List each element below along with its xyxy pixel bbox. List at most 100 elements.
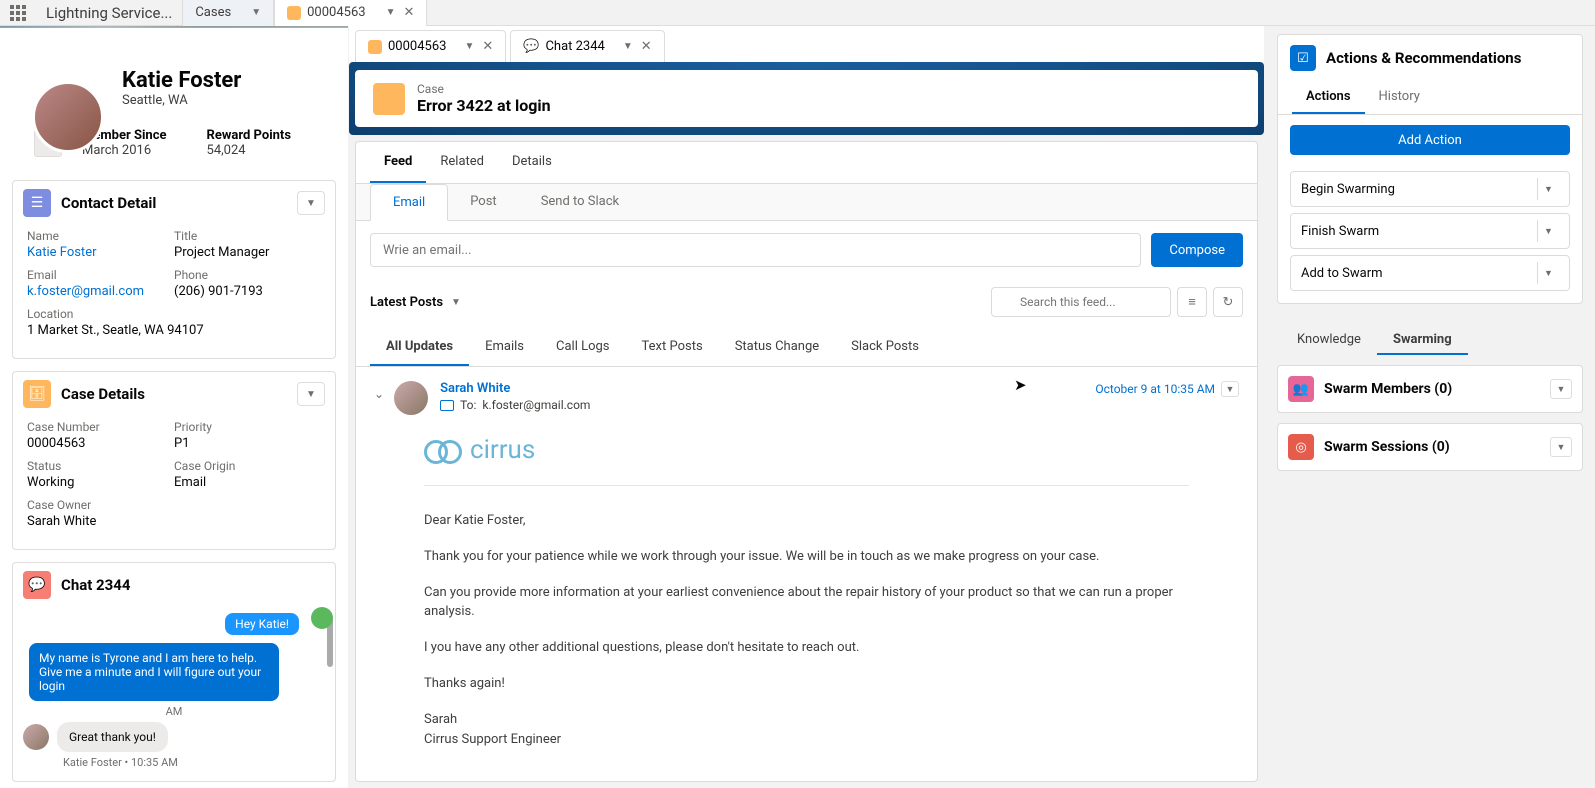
profile-hero-image: [0, 26, 348, 28]
updates-tab-status[interactable]: Status Change: [719, 329, 835, 366]
field-label: Case Origin: [174, 459, 321, 473]
chat-card: 💬 Chat 2344 Hey Katie! My name is Tyrone…: [12, 562, 336, 782]
updates-tab-all[interactable]: All Updates: [370, 329, 469, 366]
composer-tab-post[interactable]: Post: [448, 184, 519, 220]
post-menu-button[interactable]: ▼: [1221, 381, 1239, 397]
action-add-to-swarm[interactable]: Add to Swarm ▼: [1290, 255, 1570, 291]
envelope-icon: [440, 400, 454, 411]
updates-tab-texts[interactable]: Text Posts: [626, 329, 719, 366]
email-paragraph: Dear Katie Foster,: [424, 512, 1189, 530]
composer-tab-slack[interactable]: Send to Slack: [519, 184, 641, 220]
left-sidebar: Katie Foster Seattle, WA Member Since Ma…: [0, 26, 348, 788]
divider: [424, 485, 1189, 486]
actions-panel: ☑ Actions & Recommendations Actions Hist…: [1277, 34, 1583, 304]
collapse-icon[interactable]: ⌄: [374, 387, 384, 401]
tab-details[interactable]: Details: [498, 142, 566, 183]
chevron-down-icon[interactable]: ▼: [251, 7, 261, 18]
contact-icon: ☰: [23, 189, 51, 217]
card-menu-button[interactable]: ▼: [297, 382, 325, 406]
tab-related[interactable]: Related: [426, 142, 498, 183]
field-label: Status: [27, 459, 174, 473]
filter-button[interactable]: ≡: [1177, 287, 1207, 317]
add-action-button[interactable]: Add Action: [1290, 125, 1570, 155]
feed-panel: Feed Related Details Email Post Send to …: [355, 141, 1258, 782]
chat-icon: 💬: [523, 39, 539, 54]
nav-tab-case-00004563[interactable]: 00004563 ▼ ✕: [274, 0, 427, 26]
swarm-sessions-icon: ◎: [1288, 434, 1314, 460]
card-menu-button[interactable]: ▼: [297, 191, 325, 215]
card-title: Chat 2344: [61, 576, 325, 594]
swarm-sessions-card[interactable]: ◎ Swarm Sessions (0) ▼: [1277, 423, 1583, 471]
case-icon: 🗄: [23, 380, 51, 408]
reward-points-label: Reward Points: [207, 128, 291, 143]
updates-tab-calls[interactable]: Call Logs: [540, 329, 626, 366]
email-input[interactable]: [370, 233, 1141, 267]
sub-tab-case[interactable]: 00004563 ▼ ✕: [355, 30, 506, 62]
field-value: Sarah White: [27, 514, 321, 529]
card-title: Contact Detail: [61, 194, 297, 212]
close-icon[interactable]: ✕: [641, 39, 652, 54]
cirrus-logo-text: cirrus: [470, 435, 535, 465]
field-value: Project Manager: [174, 245, 321, 260]
field-label: Name: [27, 229, 174, 243]
reward-points-value: 54,024: [207, 143, 291, 158]
composer-tab-email[interactable]: Email: [370, 184, 448, 221]
chevron-down-icon[interactable]: ▼: [1537, 262, 1559, 284]
avatar-customer: [23, 724, 49, 750]
search-feed-input[interactable]: [991, 287, 1171, 317]
sub-tab-label: 00004563: [388, 39, 446, 54]
field-label: Case Owner: [27, 498, 321, 512]
updates-tab-emails[interactable]: Emails: [469, 329, 540, 366]
post-date-link[interactable]: October 9 at 10:35 AM: [1095, 382, 1215, 396]
to-label: To:: [460, 398, 476, 412]
action-label: Finish Swarm: [1301, 224, 1379, 239]
chevron-down-icon[interactable]: ▼: [1550, 379, 1572, 399]
field-label: Case Number: [27, 420, 174, 434]
app-name: Lightning Service...: [36, 4, 182, 22]
nav-tab-cases[interactable]: Cases ▼: [182, 0, 274, 26]
chevron-down-icon[interactable]: ▼: [623, 41, 633, 52]
action-finish-swarm[interactable]: Finish Swarm ▼: [1290, 213, 1570, 249]
app-launcher-icon[interactable]: [0, 5, 36, 21]
nav-tab-label: 00004563: [307, 5, 365, 20]
swarm-members-title: Swarm Members (0): [1324, 381, 1550, 397]
field-value: P1: [174, 436, 321, 451]
field-value: Email: [174, 475, 321, 490]
member-since-value: March 2016: [82, 143, 167, 158]
sub-tab-chat[interactable]: 💬 Chat 2344 ▼ ✕: [510, 30, 664, 62]
chat-bubble-out: Hey Katie!: [225, 613, 299, 635]
email-paragraph: I you have any other additional question…: [424, 639, 1189, 657]
close-icon[interactable]: ✕: [403, 5, 414, 20]
chevron-down-icon[interactable]: ▼: [1550, 437, 1572, 457]
chat-bubble-out: My name is Tyrone and I am here to help.…: [29, 643, 279, 701]
contact-detail-card: ☰ Contact Detail ▼ NameKatie Foster Titl…: [12, 180, 336, 359]
contact-name-link[interactable]: Katie Foster: [27, 245, 174, 260]
tab-feed[interactable]: Feed: [370, 142, 426, 183]
case-highlight-panel: Case Error 3422 at login: [355, 70, 1258, 127]
swarm-members-card[interactable]: 👥 Swarm Members (0) ▼: [1277, 365, 1583, 413]
chevron-down-icon[interactable]: ▼: [464, 41, 474, 52]
chevron-down-icon[interactable]: ▼: [386, 7, 396, 18]
global-nav: Lightning Service... Cases ▼ 00004563 ▼ …: [0, 0, 1595, 26]
tab-knowledge[interactable]: Knowledge: [1281, 326, 1377, 355]
chevron-down-icon[interactable]: ▼: [1537, 178, 1559, 200]
tab-swarming[interactable]: Swarming: [1377, 326, 1468, 355]
case-icon: [368, 40, 382, 54]
tab-actions[interactable]: Actions: [1292, 81, 1365, 114]
chevron-down-icon[interactable]: ▼: [451, 297, 461, 308]
chevron-down-icon[interactable]: ▼: [1537, 220, 1559, 242]
updates-tab-slack[interactable]: Slack Posts: [835, 329, 935, 366]
feed-sort-label[interactable]: Latest Posts: [370, 295, 443, 310]
refresh-button[interactable]: ↻: [1213, 287, 1243, 317]
compose-button[interactable]: Compose: [1151, 233, 1243, 267]
action-begin-swarming[interactable]: Begin Swarming▼: [1290, 171, 1570, 207]
field-value: Working: [27, 475, 174, 490]
tab-history[interactable]: History: [1365, 81, 1434, 114]
close-icon[interactable]: ✕: [482, 39, 493, 54]
action-label: Add to Swarm: [1301, 266, 1383, 281]
avatar: [32, 81, 104, 153]
chat-icon: 💬: [23, 571, 51, 599]
contact-email-link[interactable]: k.foster@gmail.com: [27, 284, 174, 299]
field-label: Location: [27, 307, 321, 321]
post-author-link[interactable]: Sarah White: [440, 381, 590, 396]
